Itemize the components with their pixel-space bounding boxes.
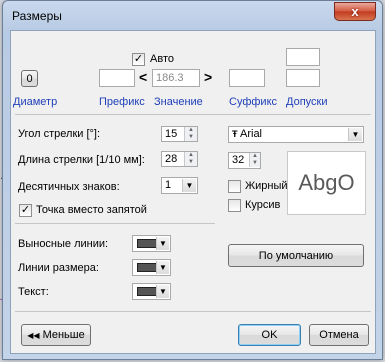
truetype-icon: Ŧ <box>232 129 240 139</box>
arrow-angle-value: 15 <box>165 128 178 140</box>
prefix-label: Префикс <box>99 96 145 108</box>
dialog-window: Размеры x ✓ Авто 0 < 186.3 > Диаметр Пре… <box>2 0 383 360</box>
arrow-angle-spinner[interactable]: 15 ▲ ▼ <box>161 126 198 142</box>
chevron-down-icon[interactable]: ▼ <box>182 179 196 192</box>
chevron-down-icon[interactable]: ▼ <box>156 261 169 274</box>
suffix-label: Суффикс <box>229 96 278 108</box>
bold-checkbox[interactable] <box>228 180 241 193</box>
font-preview: AbgO <box>287 151 366 215</box>
double-left-arrow-icon: ◀◀ <box>27 330 40 340</box>
arrow-angle-label: Угол стрелки [°]: <box>18 128 101 140</box>
extension-lines-color[interactable]: ▼ <box>132 235 171 252</box>
decimals-label: Десятичных знаков: <box>18 181 120 193</box>
spinner-arrows-icon[interactable]: ▲ ▼ <box>249 153 260 167</box>
font-preview-text: AbgO <box>298 170 355 195</box>
auto-label: Авто <box>150 53 174 65</box>
cancel-button[interactable]: Отмена <box>309 324 369 346</box>
spinner-arrows-icon[interactable]: ▲ ▼ <box>184 127 197 141</box>
color-swatch <box>137 239 157 248</box>
font-value: Ŧ Arial <box>232 128 263 140</box>
value-field[interactable]: 186.3 <box>152 69 200 87</box>
dimension-lines-label: Линии размера: <box>18 262 99 274</box>
chevron-down-icon[interactable]: ▼ <box>348 128 362 141</box>
diameter-button[interactable]: 0 <box>21 70 38 87</box>
arrow-length-value: 28 <box>165 153 178 165</box>
arrow-length-spinner[interactable]: 28 ▲ ▼ <box>161 151 198 167</box>
title-bar: Размеры x <box>3 1 382 31</box>
point-checkbox[interactable]: ✓ <box>19 204 32 217</box>
diameter-label: Диаметр <box>13 96 58 108</box>
chevron-down-icon[interactable]: ▼ <box>156 237 169 250</box>
font-size-value: 32 <box>232 154 245 166</box>
arrow-length-label: Длина стрелки [1/10 мм]: <box>18 154 145 166</box>
ok-button-label: OK <box>261 329 278 341</box>
auto-checkbox[interactable]: ✓ <box>132 53 145 66</box>
less-sign[interactable]: < <box>139 69 147 85</box>
italic-label: Курсив <box>245 199 281 211</box>
dimension-lines-color[interactable]: ▼ <box>132 259 171 276</box>
less-button-label: Меньше <box>42 329 85 341</box>
default-button-label: По умолчанию <box>258 249 334 262</box>
close-button[interactable]: x <box>334 2 376 21</box>
prefix-field[interactable] <box>99 69 135 87</box>
default-button[interactable]: По умолчанию <box>228 244 364 267</box>
extension-lines-label: Выносные линии: <box>18 238 109 250</box>
text-color-label: Текст: <box>18 286 49 298</box>
bold-label: Жирный <box>245 180 288 192</box>
separator <box>15 223 215 224</box>
decimals-value: 1 <box>165 179 172 191</box>
italic-checkbox[interactable] <box>228 199 241 212</box>
tolerance-lower-field[interactable] <box>286 69 320 87</box>
font-select[interactable]: Ŧ Arial ▼ <box>228 126 364 143</box>
tolerance-upper-field[interactable] <box>286 48 320 66</box>
suffix-field[interactable] <box>229 69 265 87</box>
cancel-button-label: Отмена <box>319 329 359 341</box>
separator <box>15 114 371 115</box>
chevron-down-icon[interactable]: ▼ <box>156 285 169 298</box>
separator <box>15 311 371 312</box>
color-swatch <box>137 263 157 272</box>
value-label: Значение <box>154 96 203 108</box>
decimals-select[interactable]: 1 ▼ <box>161 177 198 194</box>
font-size-spinner[interactable]: 32 ▲ ▼ <box>228 152 261 169</box>
less-button[interactable]: ◀◀ Меньше <box>21 324 91 346</box>
tolerance-label: Допуски <box>286 96 328 108</box>
greater-sign[interactable]: > <box>204 69 212 85</box>
dialog-body: ✓ Авто 0 < 186.3 > Диаметр Префикс Значе… <box>10 30 376 354</box>
ok-button[interactable]: OK <box>238 324 301 346</box>
window-title: Размеры <box>12 9 62 23</box>
diameter-button-label: 0 <box>26 72 33 85</box>
close-icon: x <box>351 4 359 19</box>
value-text: 186.3 <box>156 72 184 84</box>
spinner-arrows-icon[interactable]: ▲ ▼ <box>184 152 197 166</box>
text-color[interactable]: ▼ <box>132 283 171 300</box>
color-swatch <box>137 287 157 296</box>
point-label: Точка вместо запятой <box>36 204 147 216</box>
